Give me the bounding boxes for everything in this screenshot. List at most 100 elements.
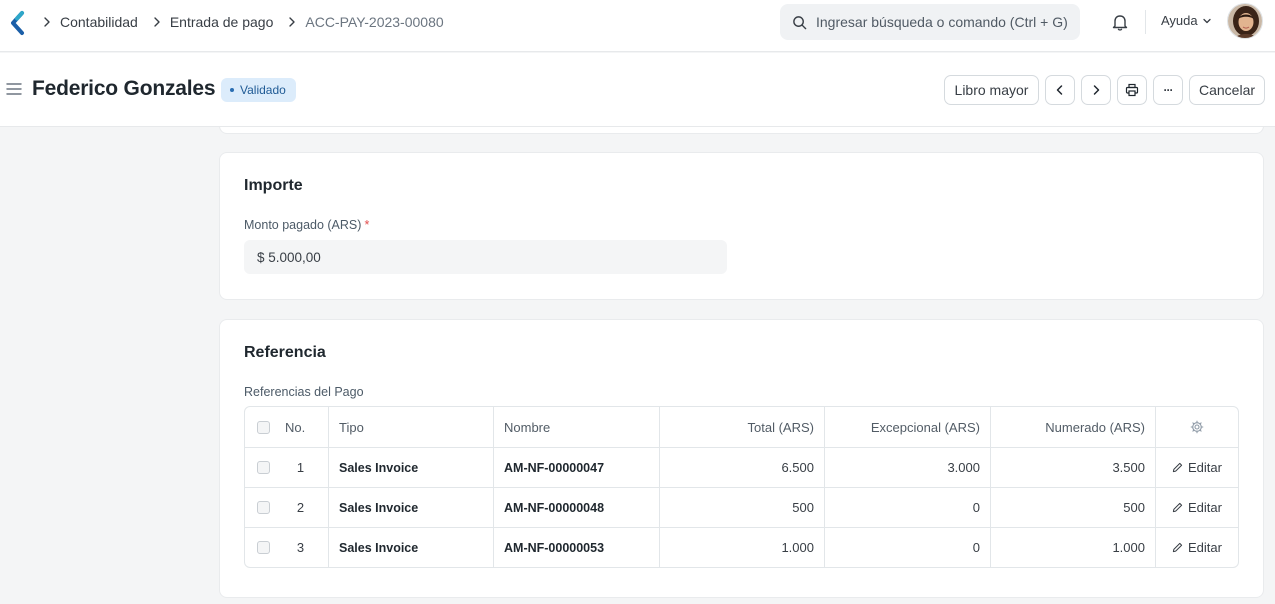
ledger-button-label[interactable]: Libro mayor [955, 82, 1029, 98]
next-doc-button[interactable] [1081, 75, 1111, 105]
pencil-icon [1172, 502, 1183, 513]
chevron-left-icon [1056, 85, 1063, 95]
more-actions-button[interactable]: ··· [1153, 75, 1183, 105]
status-label: Validado [240, 83, 286, 97]
search-input[interactable]: Ingresar búsqueda o comando (Ctrl + G) [780, 4, 1080, 40]
required-mark: * [364, 218, 370, 232]
breadcrumb-item-entrada-de-pago[interactable]: Entrada de pago [150, 14, 286, 30]
top-navbar: Contabilidad Entrada de pago ACC-PAY-202… [0, 0, 1275, 52]
row-tipo[interactable]: Sales Invoice [328, 448, 493, 487]
row-edit-button[interactable]: Editar [1172, 460, 1222, 475]
row-edit-label[interactable]: Editar [1188, 460, 1222, 475]
monto-pagado-label: Monto pagado (ARS) * [244, 218, 369, 232]
page-title: Federico Gonzales [32, 77, 216, 100]
importe-section: Importe Monto pagado (ARS) * $ 5.000,00 [219, 152, 1264, 300]
ellipsis-icon: ··· [1163, 83, 1174, 97]
row-checkbox[interactable] [256, 501, 270, 514]
row-edit-label[interactable]: Editar [1188, 540, 1222, 555]
column-settings-cell [1155, 407, 1238, 447]
row-nombre[interactable]: AM-NF-00000053 [493, 528, 659, 567]
col-header-total: Total (ARS) [659, 407, 824, 447]
breadcrumb-item-current: ACC-PAY-2023-00080 [285, 14, 455, 30]
row-tipo[interactable]: Sales Invoice [328, 528, 493, 567]
row-total[interactable]: 6.500 [659, 448, 824, 487]
table-header-row: No. Tipo Nombre Total (ARS) Excepcional … [245, 407, 1238, 447]
pencil-icon [1172, 462, 1183, 473]
breadcrumb-label[interactable]: Contabilidad [60, 14, 138, 30]
ledger-button[interactable]: Libro mayor [944, 75, 1039, 105]
col-header-numerado: Numerado (ARS) [990, 407, 1155, 447]
importe-section-title: Importe [244, 177, 303, 194]
select-all-cell [245, 407, 281, 447]
row-edit-label[interactable]: Editar [1188, 500, 1222, 515]
bell-icon[interactable] [1110, 12, 1130, 32]
row-total[interactable]: 1.000 [659, 528, 824, 567]
monto-pagado-field[interactable]: $ 5.000,00 [244, 240, 727, 274]
avatar[interactable] [1227, 3, 1263, 39]
row-no: 2 [296, 500, 305, 515]
print-button[interactable] [1117, 75, 1147, 105]
user-avatar-image [1228, 4, 1262, 38]
chevron-down-icon [1202, 18, 1211, 23]
printer-icon [1125, 83, 1139, 97]
row-select-cell [245, 448, 281, 487]
row-excepcional[interactable]: 0 [824, 528, 990, 567]
row-no: 3 [296, 540, 305, 555]
table-row[interactable]: 3 Sales Invoice AM-NF-00000053 1.000 0 1… [245, 527, 1238, 567]
row-tipo[interactable]: Sales Invoice [328, 488, 493, 527]
row-numerado[interactable]: 500 [990, 488, 1155, 527]
help-dropdown[interactable]: Ayuda [1161, 13, 1212, 28]
row-numerado[interactable]: 3.500 [990, 448, 1155, 487]
row-edit-cell: Editar [1155, 528, 1238, 567]
menu-icon[interactable] [6, 82, 22, 96]
col-header-tipo: Tipo [328, 407, 493, 447]
status-badge: Validado [221, 78, 296, 102]
breadcrumb-item-contabilidad[interactable]: Contabilidad [40, 14, 150, 30]
references-table: No. Tipo Nombre Total (ARS) Excepcional … [244, 406, 1239, 568]
breadcrumb-label[interactable]: Entrada de pago [170, 14, 274, 30]
row-total[interactable]: 500 [659, 488, 824, 527]
breadcrumb: Contabilidad Entrada de pago ACC-PAY-202… [40, 0, 456, 44]
pencil-icon [1172, 542, 1183, 553]
row-no: 1 [296, 460, 305, 475]
row-excepcional[interactable]: 3.000 [824, 448, 990, 487]
referencia-section: Referencia Referencias del Pago No. Tipo… [219, 319, 1264, 598]
row-numerado[interactable]: 1.000 [990, 528, 1155, 567]
search-placeholder: Ingresar búsqueda o comando (Ctrl + G) [816, 14, 1068, 30]
row-excepcional[interactable]: 0 [824, 488, 990, 527]
monto-pagado-label-text: Monto pagado (ARS) [244, 218, 362, 232]
monto-pagado-value: $ 5.000,00 [257, 249, 321, 265]
help-label[interactable]: Ayuda [1161, 13, 1198, 28]
row-select-cell [245, 528, 281, 567]
row-select-cell [245, 488, 281, 527]
referencia-section-title: Referencia [244, 344, 326, 361]
table-row[interactable]: 1 Sales Invoice AM-NF-00000047 6.500 3.0… [245, 447, 1238, 487]
row-edit-cell: Editar [1155, 488, 1238, 527]
previous-doc-button[interactable] [1045, 75, 1075, 105]
row-checkbox[interactable] [256, 461, 270, 474]
cancel-button[interactable]: Cancelar [1189, 75, 1265, 105]
col-header-excepcional: Excepcional (ARS) [824, 407, 990, 447]
app-logo-icon[interactable] [8, 10, 26, 36]
chevron-right-icon [154, 17, 160, 27]
row-nombre[interactable]: AM-NF-00000047 [493, 448, 659, 487]
chevron-right-icon [44, 17, 50, 27]
status-dot [230, 88, 234, 92]
chevron-right-icon [289, 17, 296, 27]
gear-icon[interactable] [1190, 420, 1204, 434]
row-nombre[interactable]: AM-NF-00000048 [493, 488, 659, 527]
table-row[interactable]: 2 Sales Invoice AM-NF-00000048 500 0 500… [245, 487, 1238, 527]
referencias-table-label: Referencias del Pago [244, 385, 364, 399]
row-checkbox[interactable] [256, 541, 270, 554]
search-icon [793, 15, 807, 29]
row-edit-button[interactable]: Editar [1172, 500, 1222, 515]
row-edit-button[interactable]: Editar [1172, 540, 1222, 555]
cancel-button-label[interactable]: Cancelar [1199, 82, 1255, 98]
col-header-no: No. [285, 419, 306, 435]
chevron-right-icon [1093, 85, 1100, 95]
page-header: Federico Gonzales Validado Libro mayor ·… [0, 53, 1275, 127]
row-edit-cell: Editar [1155, 448, 1238, 487]
breadcrumb-label: ACC-PAY-2023-00080 [305, 14, 444, 30]
select-all-checkbox[interactable] [256, 420, 270, 434]
col-header-nombre: Nombre [493, 407, 659, 447]
